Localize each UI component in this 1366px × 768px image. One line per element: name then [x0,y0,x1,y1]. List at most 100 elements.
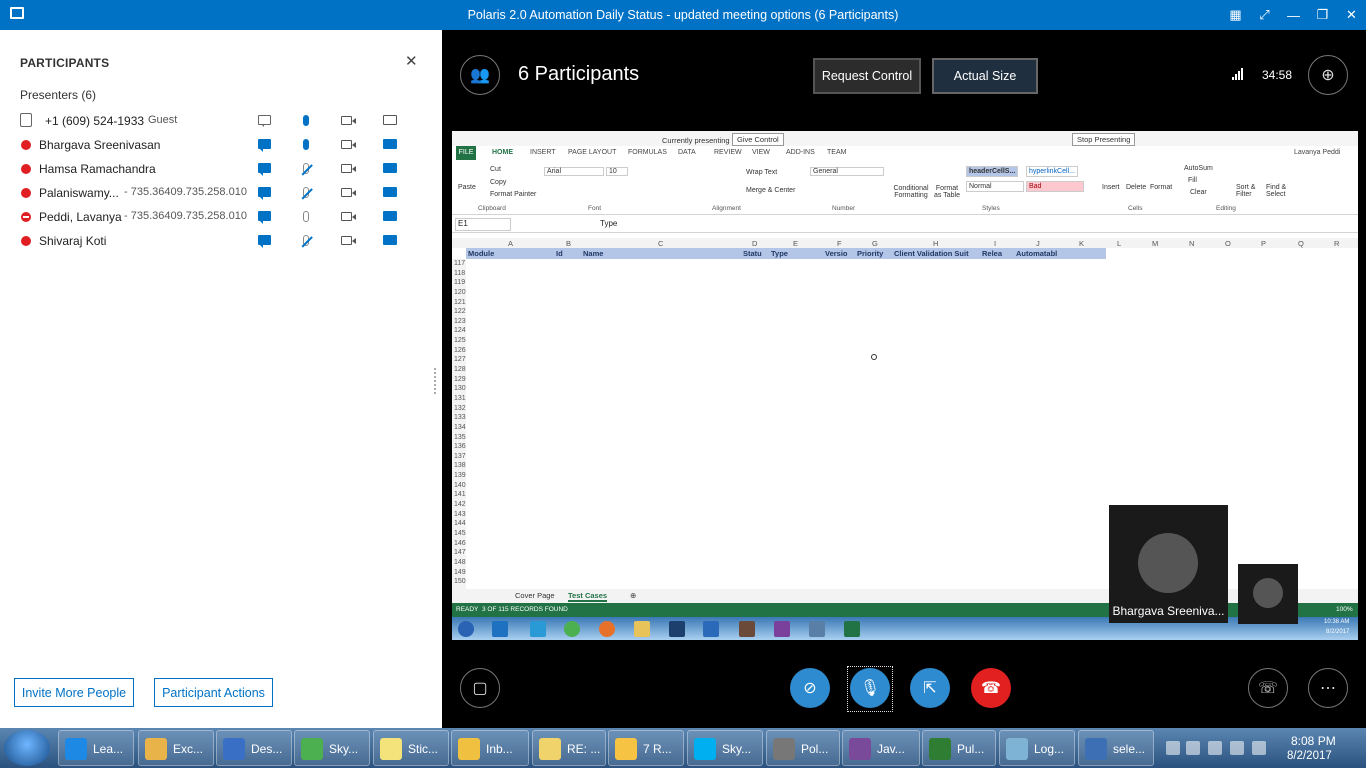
sheet-tab-cover-page[interactable]: Cover Page [515,591,555,600]
screen-share-icon[interactable] [382,137,398,151]
row-number[interactable]: 134 [452,423,466,433]
microphone-icon[interactable] [298,209,314,223]
wrap-text-button[interactable]: Wrap Text [746,169,777,176]
participant-row[interactable]: Bhargava Sreenivasan [20,134,430,158]
table-header-cell[interactable]: Relea [982,249,1002,258]
row-number[interactable]: 117 [452,259,466,269]
video-icon[interactable] [338,137,356,151]
column-header[interactable]: D [752,239,757,248]
tab-add-ins[interactable]: ADD-INS [786,149,815,156]
paste-button[interactable]: Paste [458,184,476,191]
close-icon[interactable]: ✕ [1337,0,1366,30]
video-icon[interactable] [338,185,356,199]
tab-team[interactable]: TEAM [827,149,846,156]
row-number[interactable]: 123 [452,317,466,327]
invite-more-people-button[interactable]: Invite More People [14,678,134,707]
column-header[interactable]: F [837,239,842,248]
format-as-table-button[interactable]: Format as Table [932,185,962,199]
cut-button[interactable]: Cut [490,166,501,173]
fill-button[interactable]: Fill [1188,177,1197,184]
row-number[interactable]: 141 [452,490,466,500]
more-options-icon[interactable]: ⋯ [1308,668,1348,708]
table-header-cell[interactable]: Automatabl [1016,249,1057,258]
table-header-cell[interactable]: Type [771,249,788,258]
call-controls-icon[interactable]: ☏ [1248,668,1288,708]
row-number[interactable]: 150 [452,577,466,587]
taskbar-item[interactable]: Jav... [842,730,920,766]
video-off-button[interactable]: ⊘ [790,668,830,708]
column-header[interactable]: G [872,239,878,248]
insert-cells-button[interactable]: Insert [1102,184,1120,191]
start-button[interactable] [4,730,50,766]
fullscreen-icon[interactable]: ⤢ [1250,0,1279,30]
tab-home[interactable]: HOME [492,149,513,156]
row-number[interactable]: 144 [452,519,466,529]
merge-center-button[interactable]: Merge & Center [746,187,795,194]
format-cells-button[interactable]: Format [1150,184,1172,191]
restore-icon[interactable]: ❐ [1308,0,1337,30]
participant-row[interactable]: Shivaraj Koti [20,230,430,254]
column-header[interactable]: Q [1298,239,1304,248]
style-hyperlink-cell[interactable]: hyperlinkCell... [1026,166,1078,177]
add-participant-icon[interactable]: ⊕ [1308,55,1348,95]
row-number[interactable]: 118 [452,269,466,279]
video-icon[interactable] [338,113,356,127]
style-bad[interactable]: Bad [1026,181,1084,192]
taskbar-item[interactable]: Log... [999,730,1075,766]
row-number[interactable]: 129 [452,375,466,385]
table-header-cell[interactable]: Statu [743,249,762,258]
panel-resize-handle[interactable] [434,368,437,394]
row-number[interactable]: 139 [452,471,466,481]
tab-data[interactable]: DATA [678,149,696,156]
column-header[interactable]: H [933,239,938,248]
sort-filter-button[interactable]: Sort & Filter [1236,184,1264,198]
tab-page-layout[interactable]: PAGE LAYOUT [568,149,616,156]
minimize-icon[interactable]: — [1279,0,1308,30]
tab-view[interactable]: VIEW [752,149,770,156]
taskbar-item[interactable]: 7 R... [608,730,684,766]
column-header[interactable]: O [1225,239,1231,248]
table-header-cell[interactable]: Client Validation Suit [894,249,969,258]
row-number[interactable]: 138 [452,461,466,471]
taskbar-item[interactable]: sele... [1078,730,1154,766]
row-number[interactable]: 137 [452,452,466,462]
hang-up-button[interactable]: ☎ [971,668,1011,708]
microphone-icon[interactable] [298,137,314,151]
table-header-cell[interactable]: Module [468,249,494,258]
formula-input[interactable]: Type [600,219,617,228]
format-painter-button[interactable]: Format Painter [490,191,536,198]
row-number[interactable]: 136 [452,442,466,452]
row-number[interactable]: 142 [452,500,466,510]
copy-button[interactable]: Copy [490,179,506,186]
row-number[interactable]: 130 [452,384,466,394]
flag-icon[interactable] [1208,741,1222,755]
row-number[interactable]: 127 [452,355,466,365]
participant-row[interactable]: Peddi, Lavanya - 735.36409.735.258.010 [20,206,430,230]
taskbar-item[interactable]: RE: ... [532,730,606,766]
delete-cells-button[interactable]: Delete [1126,184,1146,191]
row-number[interactable]: 121 [452,298,466,308]
column-header[interactable]: C [658,239,663,248]
taskbar-item[interactable]: Pol... [766,730,840,766]
self-video-tile[interactable] [1238,564,1298,624]
taskbar-item[interactable]: Pul... [922,730,996,766]
chat-panel-icon[interactable]: ▢ [460,668,500,708]
font-name-select[interactable]: Arial [544,167,604,176]
tab-file[interactable]: FILE [456,146,476,160]
chat-icon[interactable] [256,137,272,152]
column-header[interactable]: L [1117,239,1121,248]
screen-share-icon[interactable] [382,161,398,175]
row-number[interactable]: 145 [452,529,466,539]
row-number[interactable]: 148 [452,558,466,568]
row-number[interactable]: 128 [452,365,466,375]
clock-date[interactable]: 8/2/2017 [1287,750,1332,762]
monitor-icon[interactable] [1230,741,1244,755]
row-number[interactable]: 135 [452,433,466,443]
column-header[interactable]: E [793,239,798,248]
column-header[interactable]: B [566,239,571,248]
actual-size-button[interactable]: Actual Size [932,58,1038,94]
autosum-button[interactable]: AutoSum [1184,165,1213,172]
row-number[interactable]: 120 [452,288,466,298]
close-panel-icon[interactable]: ✕ [405,52,418,70]
column-header[interactable]: J [1036,239,1040,248]
